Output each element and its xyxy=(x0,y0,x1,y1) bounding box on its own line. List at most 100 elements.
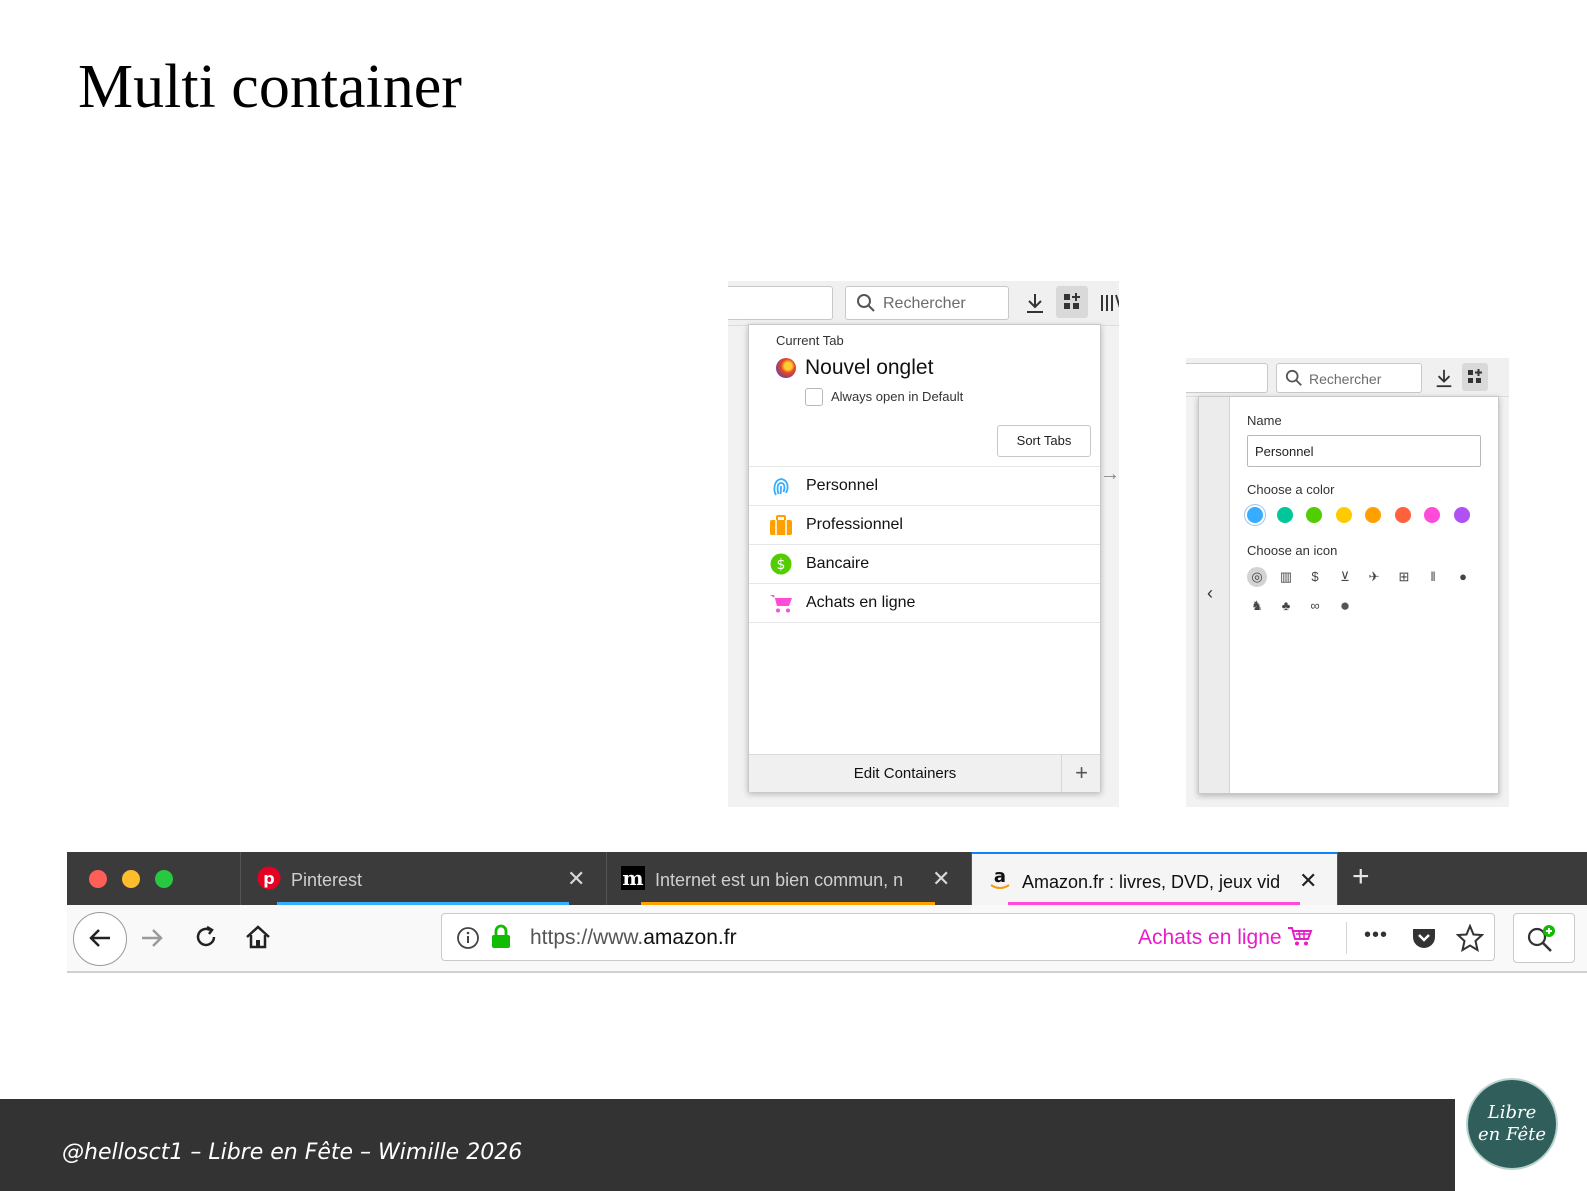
forward-icon[interactable] xyxy=(139,925,165,951)
logo-line1: Libre xyxy=(1487,1102,1537,1123)
containers-button[interactable] xyxy=(1056,286,1088,318)
toolbar: Rechercher xyxy=(1186,358,1509,397)
container-label: Bancaire xyxy=(806,555,870,572)
sort-tabs-button[interactable]: Sort Tabs xyxy=(997,425,1091,457)
search-box[interactable]: Rechercher xyxy=(1276,363,1422,393)
search-icon xyxy=(1285,369,1302,386)
cart-icon[interactable]: ⊻ xyxy=(1335,567,1355,587)
container-label: Personnel xyxy=(806,477,879,494)
back-button[interactable]: ‹ xyxy=(1199,397,1230,793)
tree-icon[interactable]: ♣ xyxy=(1276,596,1296,616)
vacation-icon[interactable]: ✈ xyxy=(1364,567,1384,587)
container-item-bancaire[interactable]: $ Bancaire xyxy=(749,544,1100,583)
color-swatch[interactable] xyxy=(1394,507,1411,523)
food-icon[interactable]: ‖ xyxy=(1423,567,1443,587)
pinterest-icon: p xyxy=(257,866,281,890)
dollar-icon[interactable]: $ xyxy=(1305,567,1325,587)
close-tab-icon[interactable]: ✕ xyxy=(932,866,950,892)
fruit-icon[interactable]: ● xyxy=(1453,567,1473,587)
current-tab-title: Nouvel onglet xyxy=(805,356,934,379)
container-badge: Achats en ligne xyxy=(1138,925,1313,950)
color-swatches xyxy=(1247,507,1487,527)
amazon-icon: a xyxy=(990,866,1010,889)
pet-icon[interactable]: ♞ xyxy=(1247,596,1267,616)
choose-icon-label: Choose an icon xyxy=(1247,543,1338,558)
fingerprint-icon xyxy=(773,478,789,496)
container-item-achats-en-ligne[interactable]: Achats en ligne xyxy=(749,583,1100,622)
footer-credit: @hellosct1 – Libre en Fête – Wimille 202… xyxy=(62,1140,523,1165)
tab-internet-bien-commun[interactable]: m Internet est un bien commun, n ✕ xyxy=(605,852,972,905)
close-tab-icon[interactable]: ✕ xyxy=(1299,868,1317,894)
choose-color-label: Choose a color xyxy=(1247,482,1335,497)
search-placeholder: Rechercher xyxy=(1309,371,1382,387)
fingerprint-icon[interactable]: ◎ xyxy=(1247,567,1267,587)
container-popup: Current Tab Nouvel onglet Always open in… xyxy=(748,324,1101,792)
browser-window: p Pinterest ✕ m Internet est un bien com… xyxy=(67,852,1587,973)
svg-text:a: a xyxy=(994,866,1006,887)
new-tab-button[interactable]: + xyxy=(1352,860,1370,894)
search-button[interactable] xyxy=(1513,913,1575,963)
search-placeholder: Rechercher xyxy=(883,295,966,312)
firefox-icon xyxy=(776,358,796,378)
briefcase-icon xyxy=(770,515,792,535)
back-button[interactable] xyxy=(73,912,127,966)
close-window-button[interactable] xyxy=(89,870,107,888)
container-item-professionnel[interactable]: Professionnel xyxy=(749,505,1100,544)
maximize-window-button[interactable] xyxy=(155,870,173,888)
close-tab-icon[interactable]: ✕ xyxy=(567,866,585,892)
url-prefix: https://www. xyxy=(530,926,644,949)
name-label: Name xyxy=(1247,413,1282,428)
color-swatch[interactable] xyxy=(1247,507,1263,523)
color-swatch[interactable] xyxy=(1276,507,1293,523)
container-item-personnel[interactable]: Personnel xyxy=(749,466,1100,505)
current-tab-heading: Current Tab xyxy=(776,333,844,348)
tab-label: Internet est un bien commun, n xyxy=(655,870,904,890)
download-icon[interactable] xyxy=(1434,367,1454,389)
url-bar[interactable] xyxy=(728,286,833,320)
container-name-input[interactable] xyxy=(1247,435,1481,467)
container-badge-label: Achats en ligne xyxy=(1138,926,1282,949)
star-icon[interactable] xyxy=(1456,924,1484,952)
url-text[interactable]: https://www.amazon.fr xyxy=(530,926,737,950)
info-icon[interactable] xyxy=(456,926,480,950)
color-swatch[interactable] xyxy=(1335,507,1352,523)
color-swatch[interactable] xyxy=(1365,507,1381,523)
svg-text:m: m xyxy=(622,866,643,890)
search-icon xyxy=(857,294,875,312)
download-icon[interactable] xyxy=(1024,291,1046,315)
color-swatch[interactable] xyxy=(1424,507,1440,523)
gift-icon[interactable]: ⊞ xyxy=(1394,567,1414,587)
minimize-window-button[interactable] xyxy=(122,870,140,888)
containers-icon xyxy=(1468,369,1482,383)
tab-pinterest[interactable]: p Pinterest ✕ xyxy=(240,852,607,905)
url-bar[interactable] xyxy=(1186,363,1268,393)
edit-containers-button[interactable]: Edit Containers xyxy=(749,755,1061,792)
pocket-icon[interactable] xyxy=(1410,924,1438,952)
home-icon[interactable] xyxy=(244,923,272,951)
page-actions-button[interactable]: ••• xyxy=(1364,924,1388,947)
svg-text:$: $ xyxy=(777,557,786,573)
reload-icon[interactable] xyxy=(193,924,219,950)
search-box[interactable]: Rechercher xyxy=(845,286,1009,320)
navigation-bar: https://www.amazon.fr Achats en ligne ••… xyxy=(67,905,1587,973)
toolbar: Rechercher xyxy=(728,281,1119,326)
address-bar[interactable]: https://www.amazon.fr Achats en ligne ••… xyxy=(441,913,1495,961)
slide-title: Multi container xyxy=(78,53,462,121)
tab-amazon[interactable]: a Amazon.fr : livres, DVD, jeux vid ✕ xyxy=(972,852,1338,905)
briefcase-icon[interactable]: ▥ xyxy=(1276,567,1296,587)
chill-icon[interactable]: ∞ xyxy=(1305,596,1325,616)
dollar-icon: $ xyxy=(770,553,792,575)
always-open-checkbox[interactable] xyxy=(805,388,823,406)
library-icon[interactable] xyxy=(1099,291,1119,315)
cart-icon xyxy=(1288,927,1313,946)
circle-icon[interactable]: ● xyxy=(1335,596,1355,616)
lock-icon xyxy=(492,924,510,948)
container-label: Achats en ligne xyxy=(806,594,916,611)
logo-line2: en Fête xyxy=(1477,1124,1546,1145)
add-container-button[interactable]: + xyxy=(1061,755,1101,792)
popup-footer: Edit Containers + xyxy=(749,754,1100,792)
divider xyxy=(749,622,1100,623)
containers-button[interactable] xyxy=(1462,363,1488,391)
color-swatch[interactable] xyxy=(1306,507,1322,523)
color-swatch[interactable] xyxy=(1453,507,1470,523)
